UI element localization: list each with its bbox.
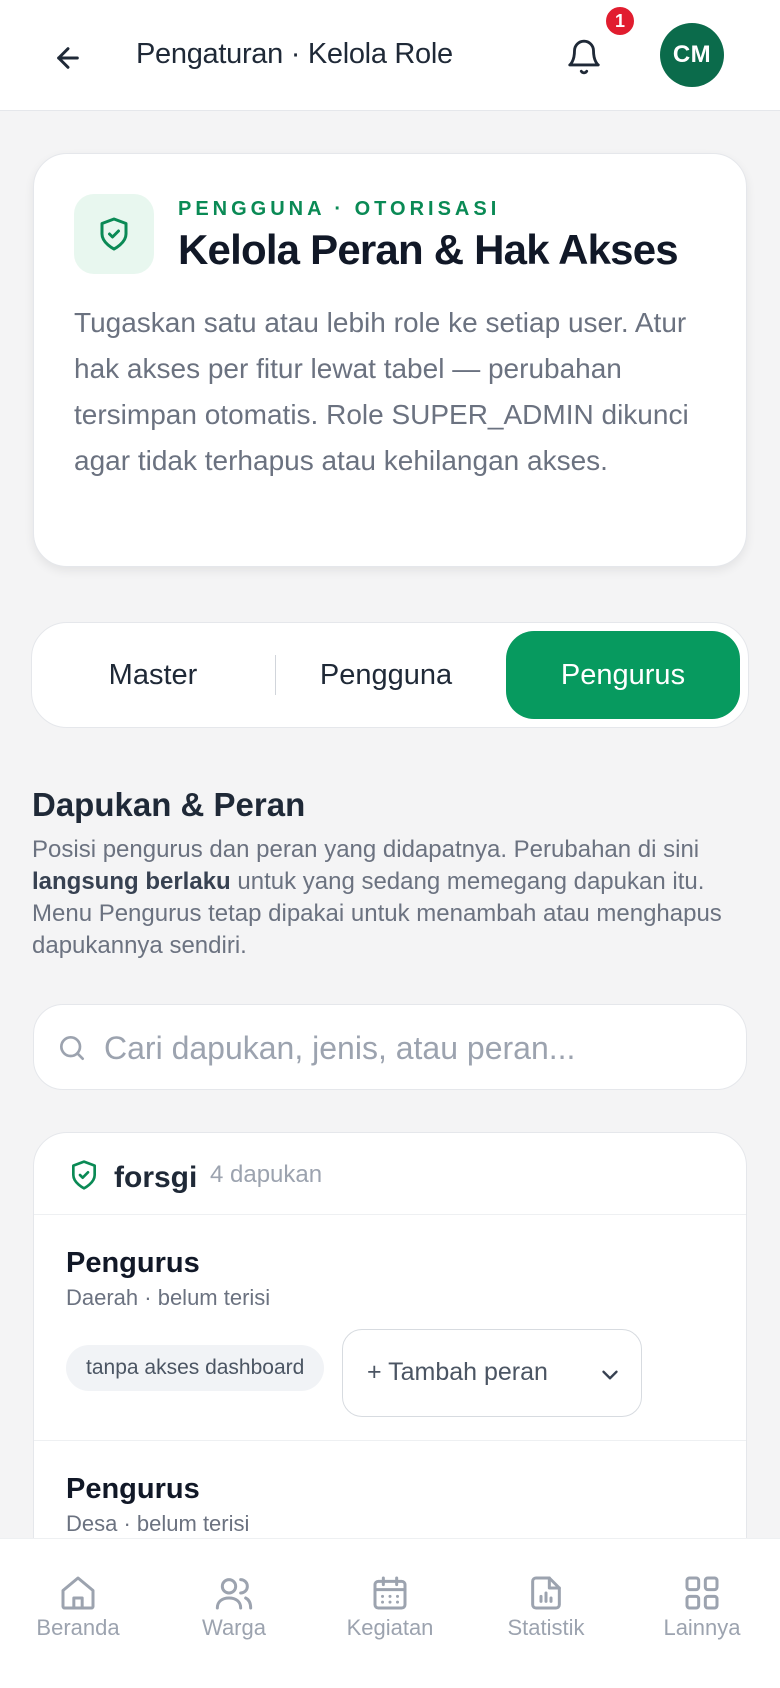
shield-check-icon	[72, 1160, 96, 1190]
group-name: forsgi	[114, 1161, 198, 1194]
nav-label: Statistik	[507, 1615, 585, 1640]
group-header: forsgi 4 dapukan	[34, 1133, 746, 1215]
add-role-select[interactable]: + Tambah peran	[342, 1329, 642, 1417]
search-box	[33, 1004, 747, 1090]
nav-kegiatan[interactable]: Kegiatan	[312, 1539, 468, 1688]
avatar[interactable]: CM	[660, 23, 724, 87]
intro-description: Tugaskan satu atau lebih role ke setiap …	[74, 307, 689, 476]
nav-label: Warga	[202, 1615, 266, 1640]
access-chip: tanpa akses dashboard	[66, 1345, 325, 1391]
tab-pengguna[interactable]: Pengguna	[273, 631, 499, 719]
dapukan-subtitle: Desa · belum terisi	[66, 1511, 250, 1536]
chart-icon	[531, 1576, 561, 1610]
notification-badge: 1	[604, 5, 636, 37]
search-input[interactable]	[104, 1021, 724, 1075]
dapukan-subtitle: Daerah · belum terisi	[66, 1285, 271, 1310]
notifications-button[interactable]	[562, 32, 606, 82]
nav-label: Beranda	[36, 1615, 120, 1640]
tab-switcher: Master Pengguna Pengurus	[31, 622, 749, 728]
page-title: Pengaturan · Kelola Role	[136, 38, 453, 70]
tab-master[interactable]: Master	[40, 631, 266, 719]
section-description: Posisi pengurus dan peran yang didapatny…	[32, 834, 742, 962]
users-icon	[215, 1578, 253, 1610]
shield-badge	[74, 194, 154, 274]
nav-beranda[interactable]: Beranda	[0, 1539, 156, 1688]
nav-label: Kegiatan	[346, 1615, 434, 1640]
add-role-label: + Tambah peran	[367, 1358, 548, 1386]
tab-pengurus[interactable]: Pengurus	[506, 631, 740, 719]
dapukan-title: Pengurus	[66, 1473, 200, 1505]
app-header: Pengaturan · Kelola Role 1 CM	[0, 0, 780, 111]
section-desc-part1: Posisi pengurus dan peran yang didapatny…	[32, 836, 700, 863]
nav-lainnya[interactable]: Lainnya	[624, 1539, 780, 1688]
bell-icon	[568, 39, 600, 75]
home-icon	[61, 1576, 95, 1610]
section-desc-bold: langsung berlaku	[32, 868, 231, 895]
bottom-nav: Beranda Warga Kegiatan Statistik Lainnya	[0, 1538, 780, 1688]
search-icon	[60, 1036, 84, 1060]
intro-card: PENGGUNA · OTORISASI Kelola Peran & Hak …	[33, 153, 747, 567]
intro-eyebrow: PENGGUNA · OTORISASI	[178, 198, 501, 220]
nav-label: Lainnya	[663, 1615, 741, 1640]
list-item: Pengurus Daerah · belum terisi tanpa aks…	[34, 1215, 746, 1441]
intro-title: Kelola Peran & Hak Akses	[178, 226, 679, 273]
calendar-icon	[373, 1576, 407, 1610]
group-count: 4 dapukan	[210, 1161, 323, 1188]
shield-check-icon	[100, 217, 128, 251]
nav-warga[interactable]: Warga	[156, 1539, 312, 1688]
nav-statistik[interactable]: Statistik	[468, 1539, 624, 1688]
grid-icon	[685, 1576, 719, 1610]
dapukan-title: Pengurus	[66, 1247, 200, 1279]
chevron-down-icon	[602, 1370, 618, 1380]
section-title: Dapukan & Peran	[32, 786, 306, 823]
back-button[interactable]	[46, 36, 90, 80]
arrow-left-icon	[57, 47, 79, 69]
